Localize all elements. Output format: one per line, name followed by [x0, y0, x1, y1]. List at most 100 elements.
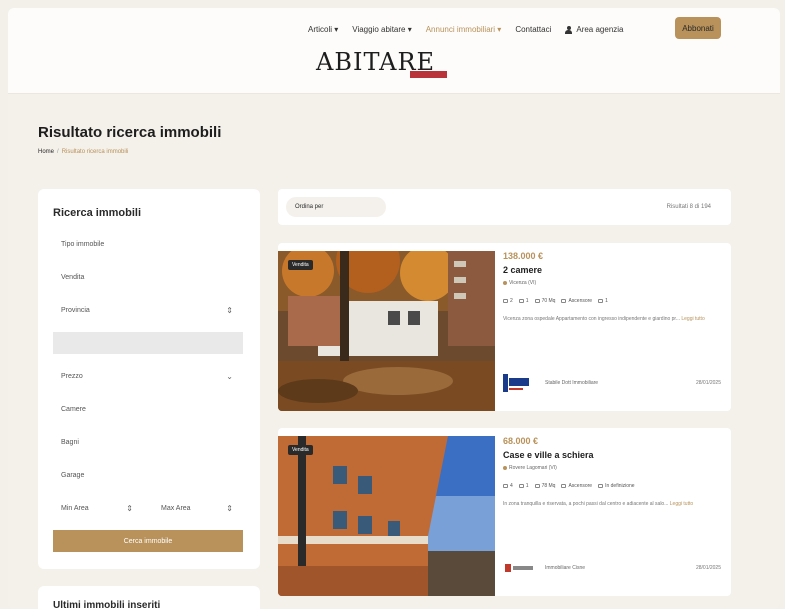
listing-badge: Vendita	[288, 445, 313, 455]
listing-agency: Immobiliare Cisne 28/01/2025	[503, 556, 721, 580]
prezzo-label: Prezzo	[61, 372, 83, 380]
bagni-select[interactable]: Bagni	[53, 431, 243, 453]
listing-description-text: In zona tranquilla e riservata, a pochi …	[503, 501, 669, 507]
contratto-select[interactable]: Vendita	[53, 266, 243, 288]
provincia-select[interactable]: Provincia ⇕	[53, 299, 243, 321]
elevator-icon	[561, 484, 567, 488]
feature-energy: In definizione	[598, 483, 635, 489]
energy-icon	[598, 484, 604, 488]
location-pin-icon	[503, 466, 507, 470]
feature-value: 1	[525, 483, 529, 489]
camere-select[interactable]: Camere	[53, 398, 243, 420]
garage-label: Garage	[61, 471, 85, 479]
nav-contattaci[interactable]: Contattaci	[515, 25, 551, 34]
subscribe-button[interactable]: Abbonati	[675, 17, 721, 39]
listing-photo[interactable]	[278, 251, 495, 411]
feature-value: 4	[510, 483, 513, 489]
nav-viaggio-abitare[interactable]: Viaggio abitare ▾	[352, 25, 411, 34]
prezzo-select[interactable]: Prezzo ⌄	[53, 365, 243, 387]
area-agenzia-label: Area agenzia	[576, 25, 624, 34]
max-area-input[interactable]: Max Area ⇕	[153, 497, 243, 519]
sort-arrows-icon: ⇕	[226, 305, 233, 315]
contratto-label: Vendita	[61, 273, 85, 281]
sort-select[interactable]: Ordina per	[286, 197, 386, 217]
listing-description-text: Vicenza zona ospedale Appartamento con i…	[503, 316, 680, 322]
listing-location: Rovere Lagomari (VI)	[503, 465, 557, 471]
feature-value: In definizione	[605, 483, 635, 489]
chevron-down-icon: ⌄	[226, 371, 233, 381]
listing-body: 138.000 € 2 camere Vicenza (VI) 2 1 70 M…	[503, 243, 721, 411]
comune-field[interactable]	[53, 332, 243, 354]
max-area-label: Max Area	[161, 504, 191, 512]
listing-price: 68.000 €	[503, 436, 539, 446]
nav-articoli[interactable]: Articoli ▾	[308, 25, 338, 34]
sort-bar: Ordina per Risultati 8 di 194	[278, 189, 731, 225]
listing-card[interactable]: Vendita 68.000 € Case e ville a schiera …	[278, 428, 731, 596]
agency-logo[interactable]	[503, 557, 535, 579]
breadcrumb-home[interactable]: Home	[38, 149, 54, 155]
logo-tag	[410, 71, 447, 78]
area-icon	[534, 299, 540, 303]
listing-description: In zona tranquilla e riservata, a pochi …	[503, 498, 713, 510]
feature-rooms: 2	[503, 298, 513, 304]
bath-icon	[518, 484, 524, 488]
feature-elevator: Ascensore	[561, 483, 592, 489]
search-sidebar: Ricerca immobili Tipo immobile Vendita P…	[38, 189, 260, 569]
feature-baths: 1	[518, 298, 529, 304]
page-frame: Articoli ▾ Viaggio abitare ▾ Annunci imm…	[8, 8, 780, 609]
site-header: Articoli ▾ Viaggio abitare ▾ Annunci imm…	[8, 8, 780, 94]
location-pin-icon	[503, 281, 507, 285]
search-title: Ricerca immobili	[53, 207, 142, 219]
stepper-icon: ⇕	[226, 503, 233, 513]
agency-name[interactable]: Immobiliare Cisne	[545, 565, 696, 571]
listing-description: Vicenza zona ospedale Appartamento con i…	[503, 313, 713, 325]
feature-value: Ascensore	[568, 483, 593, 489]
feature-value: 2	[510, 298, 513, 304]
feature-baths: 1	[518, 483, 529, 489]
listing-card[interactable]: Vendita 138.000 € 2 camere Vicenza (VI) …	[278, 243, 731, 411]
breadcrumb-separator: /	[57, 149, 59, 155]
feature-value: 1	[525, 298, 529, 304]
bagni-label: Bagni	[61, 438, 79, 446]
latest-listings-panel: Ultimi immobili inseriti	[38, 586, 260, 609]
listing-title[interactable]: 2 camere	[503, 265, 542, 275]
feature-value: Ascensore	[568, 298, 593, 304]
tipo-immobile-label: Tipo immobile	[61, 240, 105, 248]
garage-select[interactable]: Garage	[53, 464, 243, 486]
min-area-label: Min Area	[61, 504, 89, 512]
area-agenzia-link[interactable]: Area agenzia	[565, 25, 624, 34]
listing-location: Vicenza (VI)	[503, 280, 536, 286]
listing-price: 138.000 €	[503, 251, 544, 261]
read-more-link[interactable]: Leggi tutto	[670, 501, 693, 507]
feature-rooms: 4	[503, 483, 513, 489]
feature-value: 1	[605, 298, 608, 304]
bed-icon	[503, 299, 508, 303]
energy-icon	[598, 299, 604, 303]
results-count: Risultati 8 di 194	[666, 204, 711, 210]
search-button[interactable]: Cerca immobile	[53, 530, 243, 552]
listing-title[interactable]: Case e ville a schiera	[503, 450, 594, 460]
feature-elevator: Ascensore	[561, 298, 592, 304]
agency-name[interactable]: Stabile Dott Immobiliare	[545, 380, 696, 386]
area-icon	[534, 484, 540, 488]
listing-location-label: Vicenza (VI)	[509, 280, 537, 286]
feature-area: 78 Mq	[534, 483, 556, 489]
listing-features: 2 1 70 Mq Ascensore 1	[503, 298, 608, 304]
stepper-icon: ⇕	[126, 503, 133, 513]
feature-energy: 1	[598, 298, 608, 304]
agency-logo[interactable]	[503, 372, 535, 394]
latest-listings-title: Ultimi immobili inseriti	[53, 600, 161, 609]
tipo-immobile-select[interactable]: Tipo immobile	[53, 233, 243, 255]
listing-body: 68.000 € Case e ville a schiera Rovere L…	[503, 428, 721, 596]
feature-area: 70 Mq	[534, 298, 555, 304]
min-area-input[interactable]: Min Area ⇕	[53, 497, 143, 519]
listing-photo[interactable]	[278, 436, 495, 596]
bath-icon	[518, 299, 524, 303]
feature-value: 78 Mq	[541, 483, 556, 489]
listing-agency: Stabile Dott Immobiliare 28/01/2025	[503, 371, 721, 395]
user-icon	[565, 25, 573, 34]
provincia-label: Provincia	[61, 306, 90, 314]
listing-badge: Vendita	[288, 260, 313, 270]
nav-annunci-immobiliari[interactable]: Annunci immobiliari ▾	[426, 25, 502, 34]
read-more-link[interactable]: Leggi tutto	[681, 316, 704, 322]
